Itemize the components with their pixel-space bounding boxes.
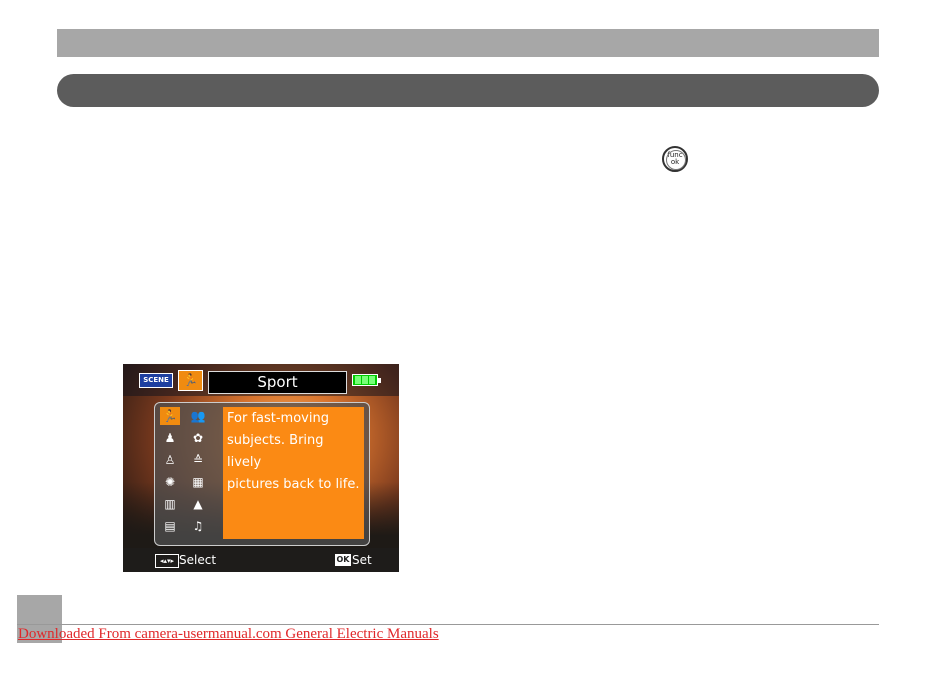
description-line: pictures back to life. xyxy=(227,477,360,492)
party-icon: ♫ xyxy=(192,519,204,533)
header-bar xyxy=(57,29,879,57)
description-line: For fast-moving xyxy=(227,411,329,426)
scene-selection-panel: 🏃 👥 ♟ ✿ ♙ ≙ ✺ ▦ ▥ ▲ ▤ ♫ For fast-moving subjects. B… xyxy=(154,402,370,546)
dpad-icon: ◂▴▾▸ xyxy=(155,554,179,568)
func-ok-button-icon: func ok xyxy=(662,146,688,172)
backlight-icon: ▦ xyxy=(192,475,204,489)
child-icon: 👥 xyxy=(190,409,206,423)
battery-icon xyxy=(352,374,381,386)
landscape-icon: ▲ xyxy=(193,497,203,511)
description-line: subjects. Bring lively xyxy=(227,433,324,470)
night-portrait-icon: ♙ xyxy=(164,453,176,467)
scene-title: Sport xyxy=(208,371,347,394)
museum-icon: ▥ xyxy=(164,497,176,511)
scene-description: For fast-moving subjects. Bring lively p… xyxy=(223,407,364,539)
select-label: Select xyxy=(179,553,217,567)
sunset-icon: ≙ xyxy=(192,453,204,467)
fireworks-icon: ✺ xyxy=(164,475,176,489)
lcd-bottom-bar: ◂▴▾▸ Select OK Set xyxy=(123,548,399,572)
set-label: Set xyxy=(352,553,372,567)
pet-icon: ✿ xyxy=(192,431,204,445)
footer-divider xyxy=(17,624,879,625)
text-icon: ▤ xyxy=(164,519,176,533)
ok-icon: OK xyxy=(335,554,351,566)
scene-mode-badge: SCENE xyxy=(139,373,173,388)
portrait-icon: ♟ xyxy=(164,431,176,445)
sport-icon: 🏃 xyxy=(160,407,180,425)
camera-lcd-screenshot: SCENE 🏃 Sport 🏃 👥 ♟ ✿ ♙ ≙ ✺ ▦ ▥ ▲ ▤ ♫ For fast-movi… xyxy=(123,364,399,572)
section-title-bar xyxy=(57,74,879,107)
download-source-link[interactable]: Downloaded From camera-usermanual.com Ge… xyxy=(18,626,439,643)
sport-mode-icon: 🏃 xyxy=(178,370,203,391)
